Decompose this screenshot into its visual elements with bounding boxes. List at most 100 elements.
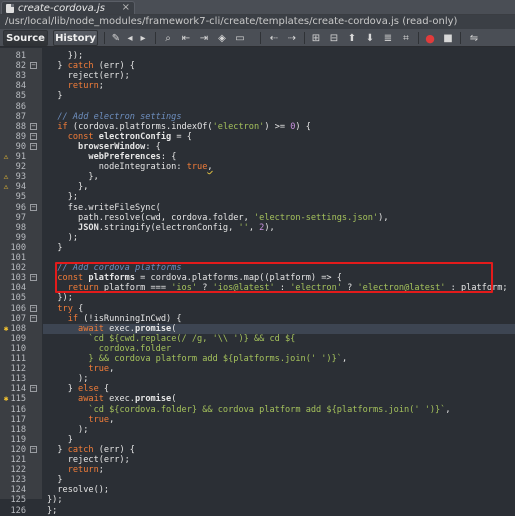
- code-line[interactable]: 125});: [0, 495, 515, 505]
- fold-toggle-icon[interactable]: −: [30, 203, 37, 211]
- find-selection-icon[interactable]: ⌕: [162, 32, 174, 44]
- fold-toggle-icon[interactable]: −: [30, 142, 37, 150]
- code-line-text: }: [43, 435, 515, 445]
- stop-macro-icon[interactable]: ■: [442, 32, 454, 44]
- code-line[interactable]: 89− const electronConfig = {: [0, 132, 515, 142]
- format-icon[interactable]: ≣: [382, 32, 394, 44]
- shift-left-icon[interactable]: ⇠: [268, 32, 280, 44]
- code-line[interactable]: 119 }: [0, 435, 515, 445]
- tag-icon[interactable]: ⌗: [400, 32, 412, 44]
- code-line[interactable]: 96− fse.writeFileSync(: [0, 203, 515, 213]
- code-line-text: browserWindow: {: [43, 142, 515, 152]
- code-line[interactable]: 90− browserWindow: {: [0, 142, 515, 152]
- find-previous-icon[interactable]: ⇤: [180, 32, 192, 44]
- code-token: await: [78, 323, 104, 334]
- code-line[interactable]: 116 `cd ${cordova.folder} && cordova pla…: [0, 405, 515, 415]
- line-number: 106: [10, 303, 26, 314]
- record-macro-icon[interactable]: ●: [424, 32, 436, 45]
- history-button[interactable]: History: [53, 30, 98, 46]
- fold-toggle-icon[interactable]: −: [30, 62, 37, 70]
- code-line-text: }: [43, 91, 515, 101]
- code-line[interactable]: 99 );: [0, 233, 515, 243]
- fold-toggle-icon[interactable]: −: [30, 274, 37, 282]
- code-token: });: [47, 51, 84, 61]
- code-line[interactable]: 105 });: [0, 293, 515, 303]
- fold-toggle-icon[interactable]: −: [30, 304, 37, 312]
- code-line[interactable]: 111 } && cordova platform add ${platform…: [0, 354, 515, 364]
- code-line[interactable]: 85 }: [0, 91, 515, 101]
- code-line[interactable]: 122 return;: [0, 465, 515, 475]
- code-line[interactable]: 92 nodeIntegration: true,: [0, 162, 515, 172]
- code-line[interactable]: 95 };: [0, 192, 515, 202]
- code-token: const: [67, 131, 94, 142]
- code-line[interactable]: 88− if (cordova.platforms.indexOf('elect…: [0, 122, 515, 132]
- last-edit-icon[interactable]: ✎: [110, 32, 122, 44]
- close-tab-icon[interactable]: ×: [122, 2, 130, 13]
- find-next-icon[interactable]: ⇥: [198, 32, 210, 44]
- code-line[interactable]: ⚠ 91 webPreferences: {: [0, 152, 515, 162]
- code-token: },: [47, 182, 89, 193]
- code-line[interactable]: ✱ 108 await exec.promise(: [0, 323, 515, 334]
- comment-icon[interactable]: ⊞: [310, 32, 322, 44]
- uncomment-icon[interactable]: ⊟: [328, 32, 340, 44]
- diff-icon[interactable]: ⇋: [468, 32, 480, 44]
- fold-toggle-icon[interactable]: −: [30, 132, 37, 140]
- source-button[interactable]: Source: [3, 30, 48, 46]
- code-line[interactable]: 124 resolve();: [0, 485, 515, 495]
- code-line[interactable]: 97 path.resolve(cwd, cordova.folder, 'el…: [0, 213, 515, 223]
- code-line[interactable]: ✱ 115 await exec.promise(: [0, 394, 515, 404]
- code-line[interactable]: 113 );: [0, 374, 515, 384]
- code-line[interactable]: 86: [0, 102, 515, 112]
- code-token: }: [47, 61, 68, 72]
- code-line[interactable]: 81 });: [0, 51, 515, 61]
- line-number: 95: [15, 192, 26, 203]
- toolbar-separator: [104, 32, 105, 44]
- move-up-icon[interactable]: ⬆: [346, 32, 358, 44]
- code-line[interactable]: 126};: [0, 506, 515, 516]
- code-line[interactable]: 123 }: [0, 475, 515, 485]
- code-line[interactable]: 82− } catch (err) {: [0, 61, 515, 71]
- code-line[interactable]: 106− try {: [0, 304, 515, 314]
- editor-tab-bar: create-cordova.js ×: [0, 0, 515, 15]
- code-line[interactable]: 118 );: [0, 425, 515, 435]
- file-tab[interactable]: create-cordova.js ×: [1, 1, 135, 14]
- code-line-text: path.resolve(cwd, cordova.folder, 'elect…: [43, 213, 515, 223]
- toggle-highlight-icon[interactable]: ◈: [216, 32, 228, 44]
- code-token: ,: [445, 404, 451, 415]
- toggle-rectangular-icon[interactable]: ▭: [234, 32, 246, 44]
- code-line[interactable]: 114− } else {: [0, 384, 515, 394]
- fold-toggle-icon[interactable]: −: [30, 122, 37, 130]
- fold-toggle-icon[interactable]: −: [30, 385, 37, 393]
- code-token: exec.: [103, 323, 135, 334]
- code-line[interactable]: 112 true,: [0, 364, 515, 374]
- code-line[interactable]: ⚠ 93 },: [0, 172, 515, 182]
- move-down-icon[interactable]: ⬇: [364, 32, 376, 44]
- code-token: }: [47, 91, 63, 102]
- code-line[interactable]: 117 true,: [0, 415, 515, 425]
- line-number: 91: [15, 152, 26, 162]
- back-icon[interactable]: ◂: [124, 32, 136, 44]
- code-line[interactable]: 107− if (!isRunningInCwd) {: [0, 314, 515, 324]
- code-token: {: [72, 303, 84, 314]
- line-number: 96: [15, 202, 26, 213]
- code-line[interactable]: 120− } catch (err) {: [0, 445, 515, 455]
- fold-toggle-icon[interactable]: −: [30, 314, 37, 322]
- code-line[interactable]: 83 reject(err);: [0, 71, 515, 81]
- code-editor[interactable]: 81 }); 82− } catch (err) {83 reject(err);…: [0, 48, 515, 516]
- line-number: 85: [15, 91, 26, 102]
- code-line[interactable]: 98 JSON.stringify(electronConfig, '', 2)…: [0, 223, 515, 233]
- code-line[interactable]: 87 // Add electron settings: [0, 112, 515, 122]
- code-line[interactable]: 84 return;: [0, 81, 515, 91]
- shift-right-icon[interactable]: ⇢: [286, 32, 298, 44]
- code-line[interactable]: 109 `cd ${cwd.replace(/ /g, '\\ ')} && c…: [0, 334, 515, 344]
- code-line[interactable]: 110 cordova.folder: [0, 344, 515, 354]
- code-token: resolve();: [47, 485, 110, 496]
- line-number: 118: [10, 424, 26, 435]
- code-line[interactable]: 121 reject(err);: [0, 455, 515, 465]
- code-line[interactable]: 100 }: [0, 243, 515, 253]
- code-line[interactable]: ⚠ 94 },: [0, 182, 515, 192]
- fold-toggle-icon[interactable]: −: [30, 445, 37, 453]
- forward-icon[interactable]: ▸: [137, 32, 149, 44]
- line-number: 102: [10, 263, 26, 274]
